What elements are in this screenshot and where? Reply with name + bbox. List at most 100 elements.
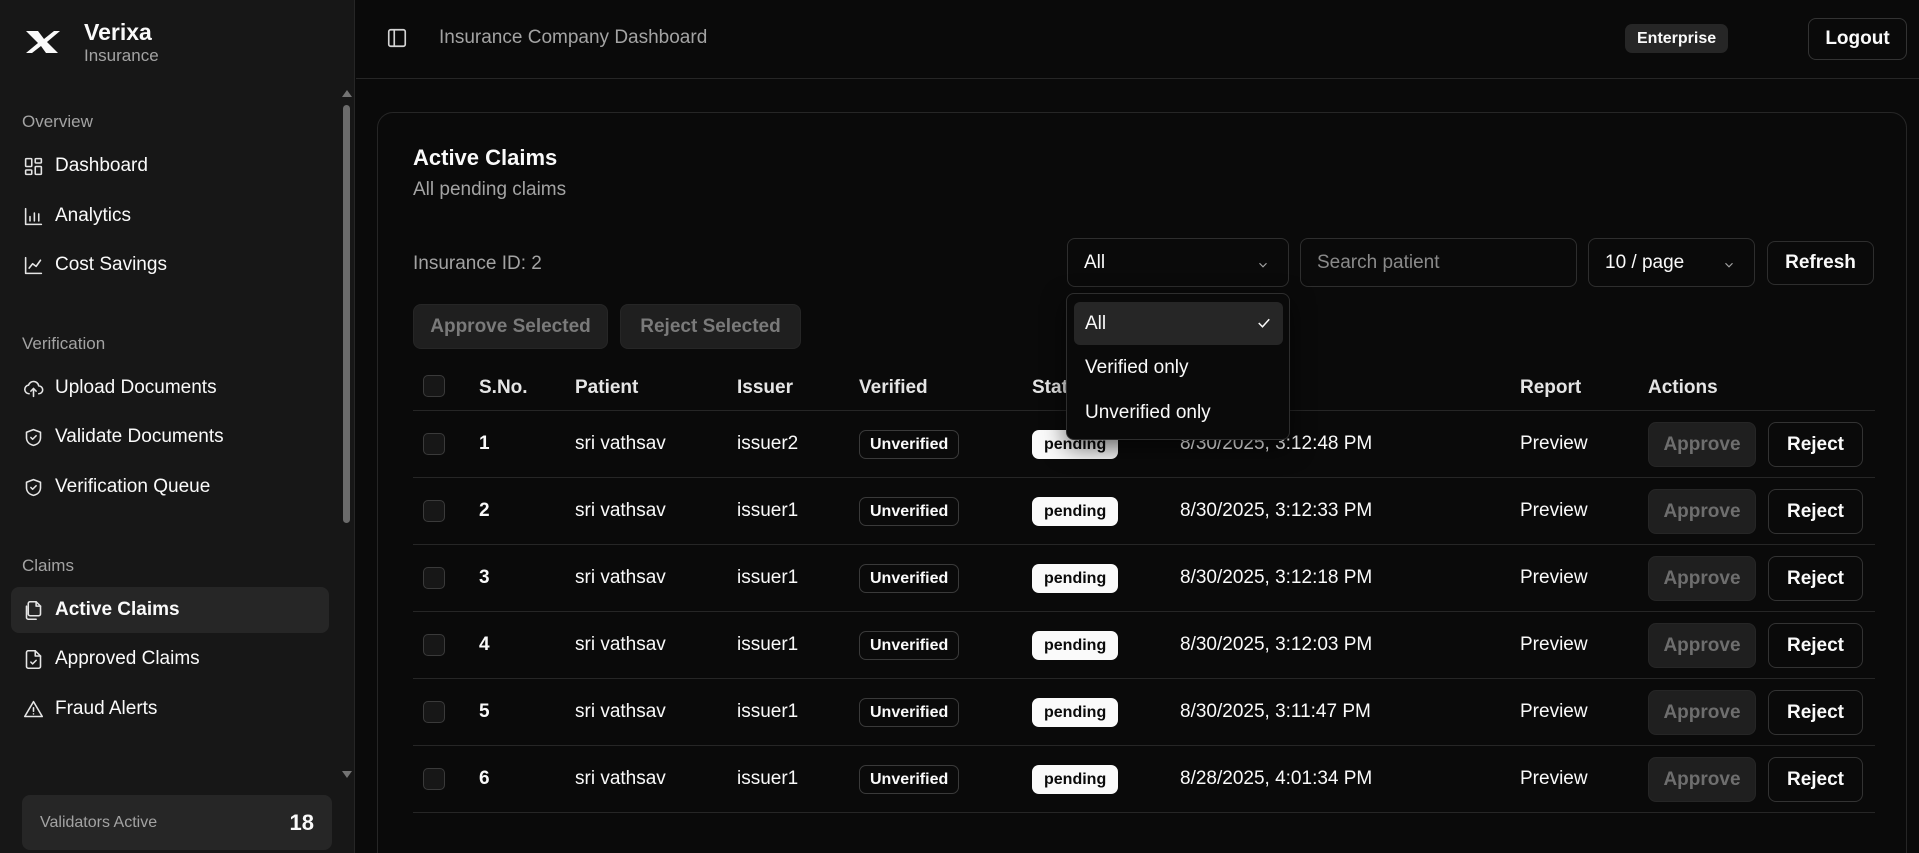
- file-check-icon: [22, 648, 44, 670]
- verification-filter-select[interactable]: All: [1067, 238, 1289, 287]
- scroll-down-arrow-icon[interactable]: [342, 771, 352, 778]
- row-sno: 2: [479, 500, 490, 521]
- preview-link[interactable]: Preview: [1520, 634, 1588, 656]
- filter-option-all[interactable]: All: [1074, 302, 1283, 345]
- preview-link[interactable]: Preview: [1520, 701, 1588, 723]
- validators-active-panel: Validators Active 18: [22, 795, 332, 850]
- table-row: 6 sri vathsav issuer1 Unverified pending…: [413, 746, 1875, 813]
- refresh-button[interactable]: Refresh: [1767, 241, 1874, 285]
- select-all-checkbox[interactable]: [423, 375, 445, 397]
- sidebar-toggle-button[interactable]: [384, 25, 410, 51]
- row-sno: 1: [479, 433, 490, 454]
- row-checkbox[interactable]: [423, 634, 445, 656]
- filter-option-label: All: [1085, 312, 1107, 334]
- bar-chart-icon: [22, 205, 44, 227]
- alert-triangle-icon: [22, 698, 44, 720]
- row-issuer: issuer1: [737, 500, 799, 521]
- row-patient: sri vathsav: [575, 768, 666, 789]
- panel-left-icon: [387, 28, 407, 48]
- table-row: 3 sri vathsav issuer1 Unverified pending…: [413, 545, 1875, 612]
- sidebar: Verixa Insurance Overview Dashboard Anal…: [0, 0, 355, 853]
- sidebar-item-active-claims[interactable]: Active Claims: [11, 587, 329, 633]
- sidebar-scrollbar[interactable]: [343, 105, 350, 523]
- approve-selected-button[interactable]: Approve Selected: [413, 304, 608, 349]
- row-issuer: issuer2: [737, 433, 799, 454]
- verified-badge: Unverified: [859, 497, 960, 526]
- reject-button[interactable]: Reject: [1768, 556, 1863, 601]
- row-checkbox[interactable]: [423, 768, 445, 790]
- reject-button[interactable]: Reject: [1768, 623, 1863, 668]
- approve-button[interactable]: Approve: [1648, 556, 1756, 601]
- verification-filter-menu: All Verified only Unverified only: [1066, 293, 1290, 440]
- plan-badge: Enterprise: [1625, 24, 1729, 53]
- brand[interactable]: Verixa Insurance: [22, 18, 159, 66]
- scroll-up-arrow-icon[interactable]: [342, 90, 352, 97]
- card-subtitle: All pending claims: [413, 179, 567, 200]
- verified-badge: Unverified: [859, 564, 960, 593]
- preview-link[interactable]: Preview: [1520, 500, 1588, 522]
- approve-button[interactable]: Approve: [1648, 623, 1756, 668]
- logout-button[interactable]: Logout: [1808, 18, 1907, 60]
- sidebar-item-label: Active Claims: [55, 599, 180, 620]
- shield-check-icon: [22, 426, 44, 448]
- reject-button[interactable]: Reject: [1768, 690, 1863, 735]
- sidebar-item-approved-claims[interactable]: Approved Claims: [11, 636, 329, 682]
- sidebar-item-analytics[interactable]: Analytics: [11, 193, 329, 239]
- sidebar-item-cost-savings[interactable]: Cost Savings: [11, 242, 329, 288]
- chevron-down-icon: [1722, 256, 1736, 278]
- header-sno: S.No.: [479, 377, 528, 398]
- row-date: 8/30/2025, 3:11:47 PM: [1180, 701, 1371, 722]
- sidebar-item-label: Upload Documents: [55, 377, 217, 398]
- sidebar-item-fraud-alerts[interactable]: Fraud Alerts: [11, 686, 329, 732]
- approve-button[interactable]: Approve: [1648, 690, 1756, 735]
- chevron-down-icon: [1256, 256, 1270, 278]
- page-title: Insurance Company Dashboard: [439, 27, 708, 48]
- preview-link[interactable]: Preview: [1520, 567, 1588, 589]
- row-issuer: issuer1: [737, 768, 799, 789]
- active-claims-card: Active Claims All pending claims Insuran…: [377, 112, 1907, 853]
- sidebar-item-upload-documents[interactable]: Upload Documents: [11, 365, 329, 411]
- row-checkbox[interactable]: [423, 701, 445, 723]
- header-report: Report: [1520, 377, 1582, 398]
- filter-selected-value: All: [1084, 251, 1106, 273]
- search-patient-input[interactable]: [1300, 238, 1577, 287]
- row-checkbox[interactable]: [423, 433, 445, 455]
- filter-option-unverified-only[interactable]: Unverified only: [1074, 391, 1283, 434]
- row-checkbox[interactable]: [423, 567, 445, 589]
- card-title: Active Claims: [413, 145, 558, 170]
- validators-label: Validators Active: [40, 813, 158, 831]
- preview-link[interactable]: Preview: [1520, 433, 1588, 455]
- sidebar-item-dashboard[interactable]: Dashboard: [11, 143, 329, 189]
- row-checkbox[interactable]: [423, 500, 445, 522]
- approve-button[interactable]: Approve: [1648, 489, 1756, 534]
- table-row: 2 sri vathsav issuer1 Unverified pending…: [413, 478, 1875, 545]
- brand-subtitle: Insurance: [84, 46, 159, 65]
- filter-option-label: Unverified only: [1085, 401, 1211, 423]
- sidebar-item-label: Analytics: [55, 205, 132, 226]
- approve-button[interactable]: Approve: [1648, 757, 1756, 802]
- reject-button[interactable]: Reject: [1768, 757, 1863, 802]
- validators-count: 18: [289, 809, 314, 835]
- verified-badge: Unverified: [859, 765, 960, 794]
- approve-button[interactable]: Approve: [1648, 422, 1756, 467]
- sidebar-item-verification-queue[interactable]: Verification Queue: [11, 464, 329, 510]
- header-status: Stat: [1032, 377, 1068, 398]
- row-date: 8/30/2025, 3:12:03 PM: [1180, 634, 1373, 655]
- row-date: 8/30/2025, 3:12:33 PM: [1180, 500, 1373, 521]
- row-patient: sri vathsav: [575, 701, 666, 722]
- page-size-select[interactable]: 10 / page: [1588, 238, 1755, 287]
- reject-button[interactable]: Reject: [1768, 489, 1863, 534]
- filter-option-verified-only[interactable]: Verified only: [1074, 346, 1283, 389]
- row-issuer: issuer1: [737, 701, 799, 722]
- reject-selected-button[interactable]: Reject Selected: [620, 304, 801, 349]
- sidebar-item-validate-documents[interactable]: Validate Documents: [11, 414, 329, 460]
- row-patient: sri vathsav: [575, 567, 666, 588]
- header-verified: Verified: [859, 377, 928, 398]
- reject-button[interactable]: Reject: [1768, 422, 1863, 467]
- topbar: Insurance Company Dashboard Enterprise L…: [356, 0, 1919, 79]
- verified-badge: Unverified: [859, 698, 960, 727]
- status-badge: pending: [1032, 765, 1119, 794]
- row-patient: sri vathsav: [575, 433, 666, 454]
- preview-link[interactable]: Preview: [1520, 768, 1588, 790]
- row-issuer: issuer1: [737, 634, 799, 655]
